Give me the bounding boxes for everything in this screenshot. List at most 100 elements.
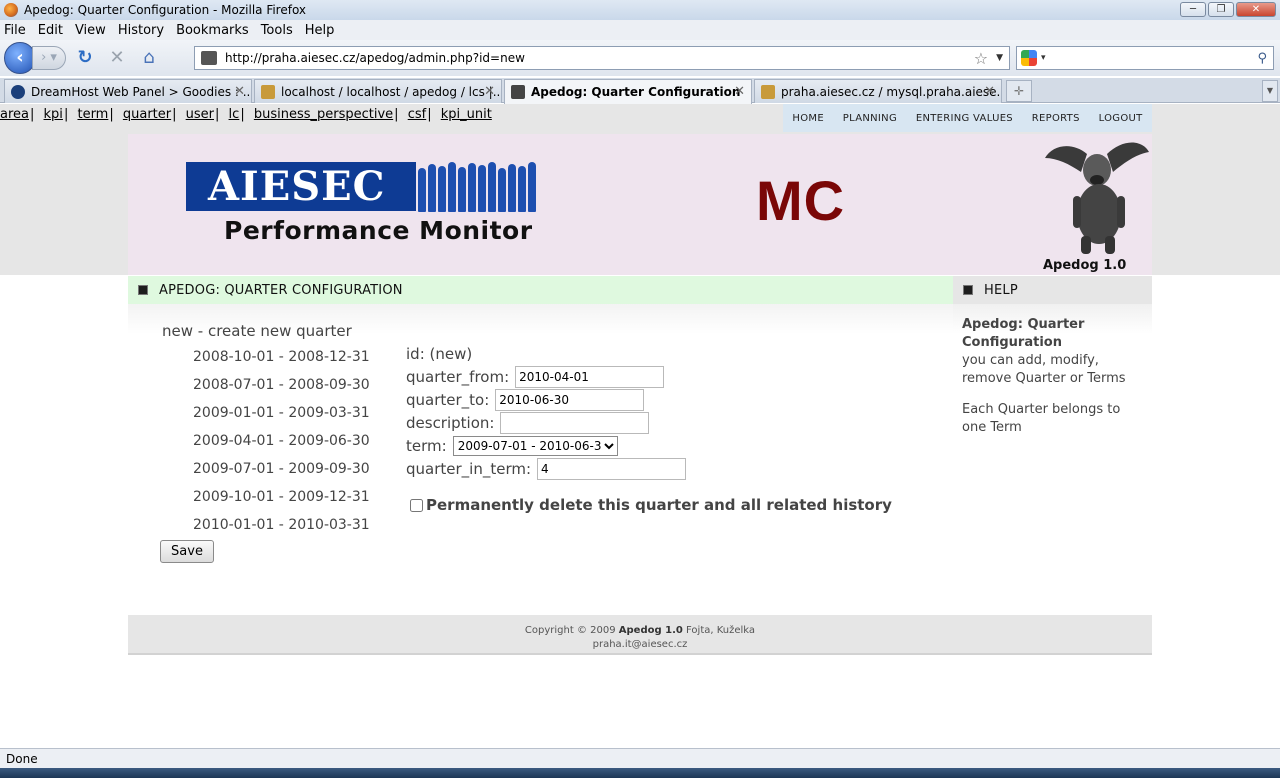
menu-history[interactable]: History [118,23,164,38]
help-section-header: HELP [953,276,1152,304]
apedog-mascot-icon [1045,142,1149,254]
home-icon[interactable]: ⌂ [136,45,162,71]
minimize-button[interactable]: ─ [1180,2,1206,17]
menu-bookmarks[interactable]: Bookmarks [176,23,249,38]
menu-file[interactable]: File [4,23,26,38]
search-engine-dropdown-icon[interactable]: ▾ [1041,53,1046,63]
quarter-from-row: quarter_from: [406,365,686,388]
description-row: description: [406,411,686,434]
term-label: term: [406,436,447,455]
menu-view[interactable]: View [75,23,106,38]
admin-link-lc[interactable]: lc [229,107,240,122]
menu-help[interactable]: Help [305,23,335,38]
tab-label: praha.aiesec.cz / mysql.praha.aiese... [781,84,1002,99]
tab-close-icon[interactable]: ✕ [234,84,245,99]
delete-checkbox[interactable] [410,498,423,512]
admin-links: area| kpi| term| quarter| user| lc| busi… [0,107,492,122]
window-titlebar: Apedog: Quarter Configuration - Mozilla … [0,0,1280,20]
nav-reports[interactable]: REPORTS [1032,113,1080,124]
square-bullet-icon [963,285,973,295]
help-title: Apedog: Quarter Configuration [962,317,1085,350]
save-button[interactable]: Save [160,540,214,563]
term-select[interactable]: 2009-07-01 - 2010-06-30 [452,435,618,456]
nav-entering-values[interactable]: ENTERING VALUES [916,113,1013,124]
search-bar[interactable]: ▾ ⚲ [1016,46,1274,70]
quarter-to-row: quarter_to: [406,388,686,411]
admin-link-csf[interactable]: csf [408,107,427,122]
quarter-to-label: quarter_to: [406,390,490,409]
quarter-form: id: (new) quarter_from: quarter_to: desc… [406,342,687,480]
admin-link-term[interactable]: term [77,107,108,122]
tab-dreamhost[interactable]: DreamHost Web Panel > Goodies : ... ✕ [4,79,252,103]
footer-authors: Fojta, Kuželka [686,625,756,636]
admin-link-kpi[interactable]: kpi [44,107,63,122]
id-label: id: (new) [406,344,473,363]
new-tab-button[interactable]: ✛ [1006,80,1032,102]
nav-home[interactable]: HOME [792,113,824,124]
help-text-2: Each Quarter belongs to one Term [962,402,1121,435]
tab-close-icon[interactable]: ✕ [734,84,745,99]
admin-link-user[interactable]: user [186,107,214,122]
status-text: Done [6,752,38,766]
tab-praha-mysql[interactable]: praha.aiesec.cz / mysql.praha.aiese... ✕ [754,79,1002,103]
quarter-link[interactable]: 2008-10-01 - 2008-12-31 [193,348,370,376]
help-text-1: you can add, modify, remove Quarter or T… [962,353,1126,386]
bookmark-star-icon[interactable]: ☆ [974,49,988,68]
nav-logout[interactable]: LOGOUT [1099,113,1143,124]
quarter-link[interactable]: 2010-01-01 - 2010-03-31 [193,516,370,544]
tab-label: DreamHost Web Panel > Goodies : ... [31,84,252,99]
firefox-icon [4,3,18,17]
os-taskbar [0,768,1280,778]
site-favicon-icon [201,51,217,65]
tab-apedog-active[interactable]: Apedog: Quarter Configuration ✕ [504,79,752,104]
admin-link-quarter[interactable]: quarter [123,107,171,122]
description-input[interactable] [500,411,650,434]
tab-label: Apedog: Quarter Configuration [531,85,741,99]
menu-bar: File Edit View History Bookmarks Tools H… [0,20,1280,40]
new-quarter-link[interactable]: new - create new quarter [162,322,370,340]
quarter-in-term-label: quarter_in_term: [406,459,532,478]
maximize-button[interactable]: ❐ [1208,2,1234,17]
url-dropdown-icon[interactable]: ▼ [996,53,1003,63]
help-text: Apedog: Quarter Configuration you can ad… [962,316,1147,450]
quarter-to-input[interactable] [495,388,645,411]
apedog-favicon-icon [511,85,525,99]
square-bullet-icon [138,285,148,295]
quarter-from-label: quarter_from: [406,367,510,386]
search-icon[interactable]: ⚲ [1257,51,1267,66]
list-all-tabs-button[interactable]: ▼ [1262,80,1278,102]
footer-email[interactable]: praha.it@aiesec.cz [593,639,688,650]
tab-bar: DreamHost Web Panel > Goodies : ... ✕ lo… [0,78,1280,104]
admin-link-business-perspective[interactable]: business_perspective [254,107,393,122]
quarter-link[interactable]: 2009-01-01 - 2009-03-31 [193,404,370,432]
stop-icon[interactable]: ✕ [104,45,130,71]
url-bar[interactable]: http://praha.aiesec.cz/apedog/admin.php?… [194,46,1010,70]
tab-close-icon[interactable]: ✕ [984,84,995,99]
banner: AIESEC Performance Monitor MC Apedog 1.0 [128,134,1152,275]
forward-button[interactable]: › ▾ [32,46,66,70]
admin-link-kpi-unit[interactable]: kpi_unit [441,107,492,122]
quarter-link[interactable]: 2009-07-01 - 2009-09-30 [193,460,370,488]
close-window-button[interactable]: ✕ [1236,2,1276,17]
quarter-link[interactable]: 2009-04-01 - 2009-06-30 [193,432,370,460]
url-text[interactable]: http://praha.aiesec.cz/apedog/admin.php?… [225,51,974,65]
quarter-link[interactable]: 2008-07-01 - 2008-09-30 [193,376,370,404]
footer-brand: Apedog 1.0 [618,625,683,636]
menu-edit[interactable]: Edit [38,23,63,38]
delete-row: Permanently delete this quarter and all … [410,496,892,514]
quarter-in-term-input[interactable] [537,457,687,480]
delete-label: Permanently delete this quarter and all … [426,496,892,514]
page-content: area| kpi| term| quarter| user| lc| busi… [0,104,1280,748]
menu-tools[interactable]: Tools [261,23,293,38]
tab-close-icon[interactable]: ✕ [484,84,495,99]
reload-icon[interactable]: ↻ [72,45,98,71]
apedog-caption: Apedog 1.0 [1043,258,1127,273]
admin-link-area[interactable]: area [0,107,29,122]
quarter-from-input[interactable] [515,365,665,388]
top-navigation: HOME PLANNING ENTERING VALUES REPORTS LO… [783,104,1152,132]
google-icon[interactable] [1021,50,1037,66]
quarter-link[interactable]: 2009-10-01 - 2009-12-31 [193,488,370,516]
tab-localhost-pma[interactable]: localhost / localhost / apedog / lcs |..… [254,79,502,103]
nav-planning[interactable]: PLANNING [843,113,897,124]
aiesec-logo: AIESEC [186,162,416,211]
